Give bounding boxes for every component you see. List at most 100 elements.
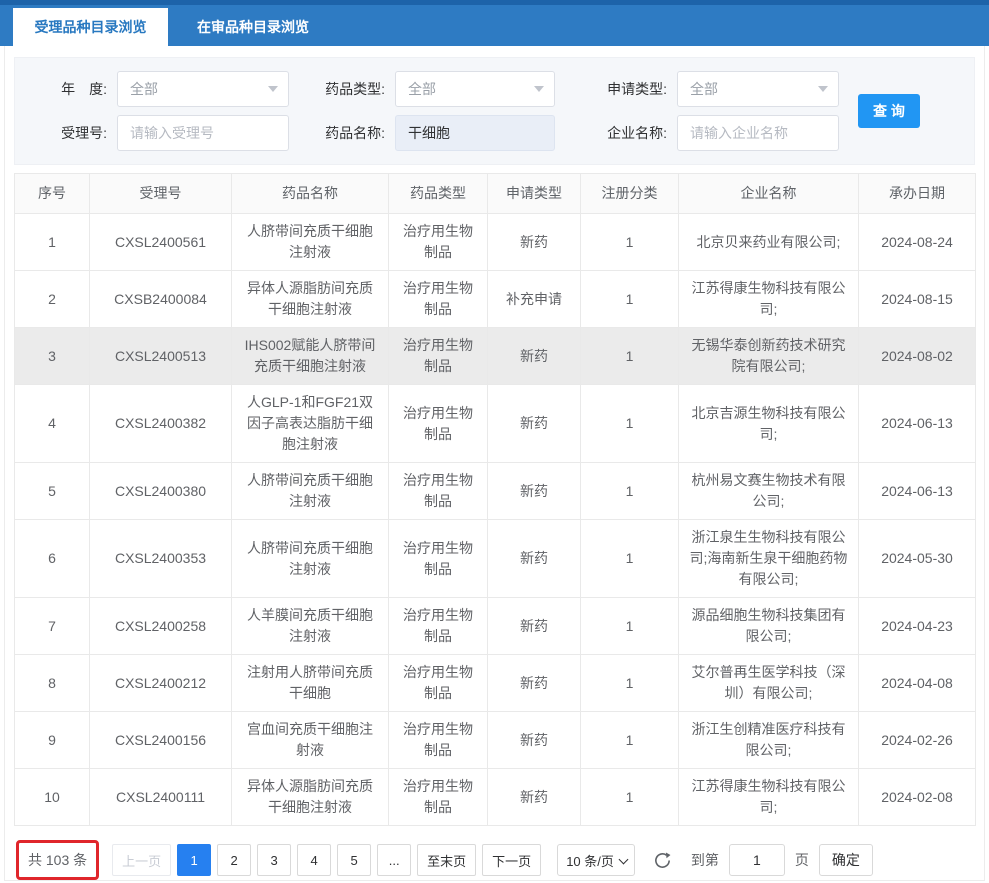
confirm-button[interactable]: 确定 [819, 844, 873, 876]
table-row[interactable]: 10 CXSL2400111 异体人源脂肪间充质干细胞注射液 治疗用生物制品 新… [15, 769, 976, 826]
cell-drug-name: IHS002赋能人脐带间充质干细胞注射液 [232, 328, 389, 385]
tab-accepted-catalog[interactable]: 受理品种目录浏览 [13, 8, 168, 46]
apply-type-select[interactable]: 全部 [677, 71, 839, 107]
cell-company: 江苏得康生物科技有限公司; [679, 769, 859, 826]
cell-seq: 2 [15, 271, 90, 328]
cell-apply-type: 新药 [488, 328, 581, 385]
page-button-5[interactable]: 5 [337, 844, 371, 876]
col-drug-type: 药品类型 [389, 174, 488, 214]
cell-apply-type: 新药 [488, 769, 581, 826]
chevron-down-icon [268, 86, 278, 92]
pagination-bar: 共 103 条 上一页 1 2 3 4 5 ... 至末页 下一页 10 条/页… [16, 840, 975, 880]
cell-drug-name: 宫血间充质干细胞注射液 [232, 712, 389, 769]
table-row[interactable]: 3 CXSL2400513 IHS002赋能人脐带间充质干细胞注射液 治疗用生物… [15, 328, 976, 385]
cell-company: 源品细胞生物科技集团有限公司; [679, 598, 859, 655]
page-size-select[interactable]: 10 条/页 [557, 844, 635, 876]
prev-page-button[interactable]: 上一页 [112, 844, 171, 876]
col-apply-type: 申请类型 [488, 174, 581, 214]
cell-reg-class: 1 [581, 520, 679, 598]
cell-acceptance-no: CXSL2400212 [90, 655, 232, 712]
cell-reg-class: 1 [581, 769, 679, 826]
search-button[interactable]: 查 询 [858, 94, 920, 128]
cell-drug-name: 人羊膜间充质干细胞注射液 [232, 598, 389, 655]
page-button-2[interactable]: 2 [217, 844, 251, 876]
table-row[interactable]: 4 CXSL2400382 人GLP-1和FGF21双因子高表达脂肪干细胞注射液… [15, 385, 976, 463]
year-select[interactable]: 全部 [117, 71, 289, 107]
cell-acceptance-no: CXSL2400258 [90, 598, 232, 655]
cell-date: 2024-04-08 [859, 655, 976, 712]
cell-drug-type: 治疗用生物制品 [389, 598, 488, 655]
table-row[interactable]: 8 CXSL2400212 注射用人脐带间充质干细胞 治疗用生物制品 新药 1 … [15, 655, 976, 712]
cell-drug-type: 治疗用生物制品 [389, 463, 488, 520]
tab-under-review-catalog[interactable]: 在审品种目录浏览 [168, 8, 338, 46]
cell-drug-type: 治疗用生物制品 [389, 328, 488, 385]
drug-name-input[interactable] [408, 125, 542, 141]
col-acceptance-no: 受理号 [90, 174, 232, 214]
cell-date: 2024-06-13 [859, 463, 976, 520]
cell-reg-class: 1 [581, 712, 679, 769]
cell-drug-type: 治疗用生物制品 [389, 520, 488, 598]
goto-page-input[interactable] [729, 844, 785, 876]
next-page-button[interactable]: 下一页 [482, 844, 541, 876]
cell-drug-name: 注射用人脐带间充质干细胞 [232, 655, 389, 712]
table-row[interactable]: 9 CXSL2400156 宫血间充质干细胞注射液 治疗用生物制品 新药 1 浙… [15, 712, 976, 769]
cell-apply-type: 新药 [488, 598, 581, 655]
apply-type-label: 申请类型: [567, 79, 667, 99]
col-company: 企业名称 [679, 174, 859, 214]
cell-company: 江苏得康生物科技有限公司; [679, 271, 859, 328]
cell-acceptance-no: CXSL2400382 [90, 385, 232, 463]
refresh-icon[interactable] [653, 850, 673, 870]
tab-bar: 受理品种目录浏览 在审品种目录浏览 [0, 0, 989, 46]
chevron-down-icon [618, 855, 628, 865]
total-count-annotated: 共 103 条 [16, 840, 99, 880]
cell-drug-name: 人脐带间充质干细胞注射液 [232, 214, 389, 271]
drug-type-select[interactable]: 全部 [395, 71, 555, 107]
drug-type-label: 药品类型: [299, 79, 385, 99]
cell-drug-name: 异体人源脂肪间充质干细胞注射液 [232, 271, 389, 328]
filter-row-2: 受理号: 药品名称: 企业名称: [15, 115, 974, 151]
cell-seq: 4 [15, 385, 90, 463]
cell-apply-type: 新药 [488, 712, 581, 769]
col-drug-name: 药品名称 [232, 174, 389, 214]
table-row[interactable]: 6 CXSL2400353 人脐带间充质干细胞注射液 治疗用生物制品 新药 1 … [15, 520, 976, 598]
results-table: 序号 受理号 药品名称 药品类型 申请类型 注册分类 企业名称 承办日期 1 C… [14, 173, 976, 826]
cell-drug-name: 人脐带间充质干细胞注射液 [232, 463, 389, 520]
company-name-input[interactable] [690, 125, 826, 141]
cell-company: 艾尔普再生医学科技（深圳）有限公司; [679, 655, 859, 712]
page-ellipsis-button[interactable]: ... [377, 844, 411, 876]
table-row[interactable]: 1 CXSL2400561 人脐带间充质干细胞注射液 治疗用生物制品 新药 1 … [15, 214, 976, 271]
cell-apply-type: 新药 [488, 520, 581, 598]
table-row[interactable]: 5 CXSL2400380 人脐带间充质干细胞注射液 治疗用生物制品 新药 1 … [15, 463, 976, 520]
cell-apply-type: 新药 [488, 463, 581, 520]
cell-date: 2024-05-30 [859, 520, 976, 598]
content-frame: 年 度: 全部 药品类型: 全部 申请类型: 全部 受理号: 药品名称: [4, 46, 985, 881]
cell-acceptance-no: CXSB2400084 [90, 271, 232, 328]
cell-company: 北京贝来药业有限公司; [679, 214, 859, 271]
page-button-1[interactable]: 1 [177, 844, 211, 876]
company-name-field-wrap [677, 115, 839, 151]
cell-reg-class: 1 [581, 655, 679, 712]
apply-type-select-value: 全部 [690, 79, 718, 99]
cell-acceptance-no: CXSL2400156 [90, 712, 232, 769]
table-header-row: 序号 受理号 药品名称 药品类型 申请类型 注册分类 企业名称 承办日期 [15, 174, 976, 214]
table-row[interactable]: 7 CXSL2400258 人羊膜间充质干细胞注射液 治疗用生物制品 新药 1 … [15, 598, 976, 655]
last-page-button[interactable]: 至末页 [417, 844, 476, 876]
cell-seq: 10 [15, 769, 90, 826]
acceptance-no-input[interactable] [130, 125, 276, 141]
drug-type-select-value: 全部 [408, 79, 436, 99]
cell-drug-type: 治疗用生物制品 [389, 769, 488, 826]
page-button-3[interactable]: 3 [257, 844, 291, 876]
cell-acceptance-no: CXSL2400380 [90, 463, 232, 520]
cell-seq: 7 [15, 598, 90, 655]
year-select-value: 全部 [130, 79, 158, 99]
cell-seq: 8 [15, 655, 90, 712]
year-label: 年 度: [15, 79, 107, 99]
table-row[interactable]: 2 CXSB2400084 异体人源脂肪间充质干细胞注射液 治疗用生物制品 补充… [15, 271, 976, 328]
goto-page-prefix: 到第 [691, 850, 719, 870]
page-button-4[interactable]: 4 [297, 844, 331, 876]
drug-name-field-wrap [395, 115, 555, 151]
cell-drug-name: 人脐带间充质干细胞注射液 [232, 520, 389, 598]
cell-apply-type: 新药 [488, 385, 581, 463]
cell-reg-class: 1 [581, 385, 679, 463]
cell-company: 无锡华泰创新药技术研究院有限公司; [679, 328, 859, 385]
